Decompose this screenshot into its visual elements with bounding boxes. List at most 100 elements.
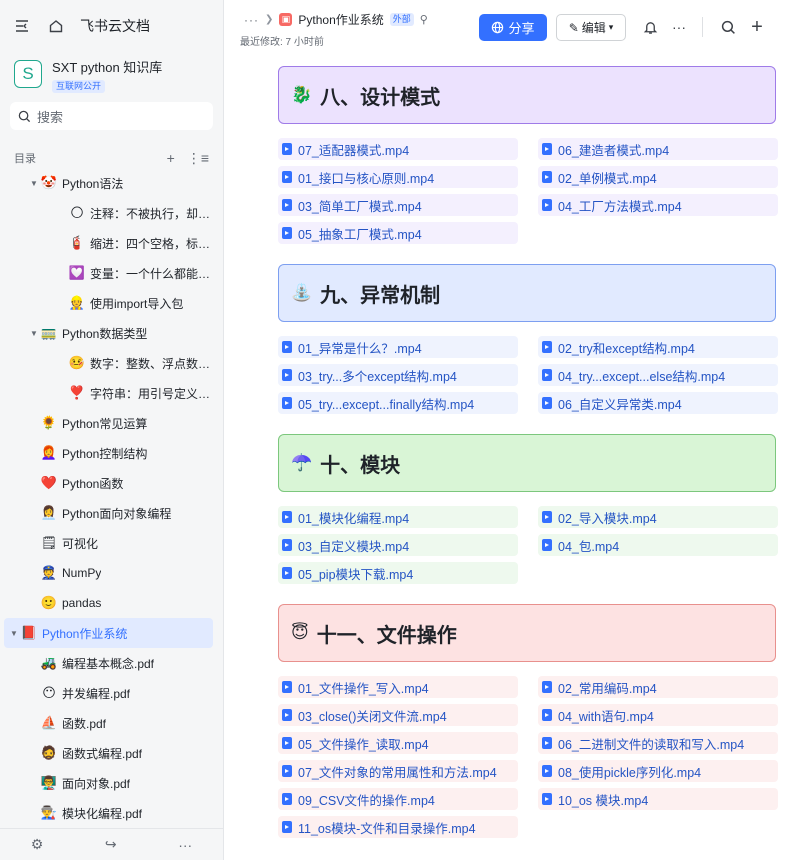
breadcrumb-more[interactable]: ··· xyxy=(244,13,259,27)
sidebar-item[interactable]: 🌻 Python常见运算 xyxy=(0,408,213,438)
search-icon[interactable] xyxy=(718,17,738,37)
video-file-link[interactable]: 03_try...多个except结构.mp4 xyxy=(278,364,518,386)
knowledge-base-header[interactable]: S SXT python 知识库 互联网公开 xyxy=(0,52,223,98)
video-file-link[interactable]: 07_文件对象的常用属性和方法.mp4 xyxy=(278,760,518,782)
settings-icon[interactable]: ⚙ xyxy=(31,836,44,853)
video-file-link[interactable]: 01_模块化编程.mp4 xyxy=(278,506,518,528)
page-emoji-icon: 🗒 xyxy=(40,535,58,550)
sidebar-search[interactable]: 搜索 xyxy=(10,102,213,130)
video-file-link[interactable]: 05_pip模块下载.mp4 xyxy=(278,562,518,584)
knowledge-base-logo: S xyxy=(14,60,42,88)
video-file-link[interactable]: 03_自定义模块.mp4 xyxy=(278,534,518,556)
sidebar-item[interactable]: ⛵ 函数.pdf xyxy=(0,708,213,738)
video-file-icon xyxy=(282,821,292,833)
edit-button[interactable]: ✎ 编辑 ▾ xyxy=(556,14,626,41)
video-file-link[interactable]: 06_建造者模式.mp4 xyxy=(538,138,778,160)
more-icon[interactable]: ··· xyxy=(178,837,192,853)
share-label: 分享 xyxy=(508,21,535,36)
sidebar-item-label: 编程基本概念.pdf xyxy=(62,656,155,671)
file-name: 02_单例模式.mp4 xyxy=(558,171,657,186)
page-emoji-icon: 🙂 xyxy=(40,595,58,610)
video-file-link[interactable]: 08_使用pickle序列化.mp4 xyxy=(538,760,778,782)
file-name: 09_CSV文件的操作.mp4 xyxy=(298,793,435,808)
add-node-icon[interactable]: + xyxy=(167,150,175,166)
sidebar-item[interactable]: 👨‍🏭 模块化编程.pdf xyxy=(0,798,213,826)
video-file-link[interactable]: 06_自定义异常类.mp4 xyxy=(538,392,778,414)
toc-options-icon[interactable]: ⋮≡ xyxy=(187,150,209,167)
video-file-link[interactable]: 11_os模块-文件和目录操作.mp4 xyxy=(278,816,518,838)
brand-name[interactable]: 飞书云文档 xyxy=(80,16,150,36)
sidebar-item[interactable]: 👮 NumPy xyxy=(0,558,213,588)
collapse-sidebar-icon[interactable] xyxy=(12,16,32,36)
chevron-down-icon[interactable]: ▼ xyxy=(8,629,20,638)
sidebar-item-label: 注释：不被执行，却很... xyxy=(90,206,213,221)
page-emoji-icon: ❤️ xyxy=(40,475,58,490)
sidebar-item[interactable]: 👩‍💼 Python面向对象编程 xyxy=(0,498,213,528)
video-file-link[interactable]: 10_os 模块.mp4 xyxy=(538,788,778,810)
video-file-link[interactable]: 04_with语句.mp4 xyxy=(538,704,778,726)
video-file-link[interactable]: 05_try...except...finally结构.mp4 xyxy=(278,392,518,414)
sidebar-item-label: 模块化编程.pdf xyxy=(62,806,143,821)
sidebar-item[interactable]: 🤒 数字：整数、浮点数、... xyxy=(0,348,213,378)
video-file-link[interactable]: 03_简单工厂模式.mp4 xyxy=(278,194,518,216)
page-emoji-icon: 😶 xyxy=(42,685,56,700)
add-icon[interactable]: + xyxy=(747,16,767,38)
video-file-link[interactable]: 04_工厂方法模式.mp4 xyxy=(538,194,778,216)
video-file-link[interactable]: 04_try...except...else结构.mp4 xyxy=(538,364,778,386)
video-file-link[interactable]: 05_文件操作_读取.mp4 xyxy=(278,732,518,754)
video-file-link[interactable]: 02_导入模块.mp4 xyxy=(538,506,778,528)
sidebar-item[interactable]: 🧯 缩进：四个空格，标识... xyxy=(0,228,213,258)
sidebar-item[interactable]: ❤️ Python函数 xyxy=(0,468,213,498)
page-emoji-icon: 🚃 xyxy=(40,325,58,340)
sidebar-item[interactable]: ▼ 🚃 Python数据类型 xyxy=(0,318,213,348)
chevron-down-icon[interactable]: ▼ xyxy=(28,179,40,188)
sidebar-item[interactable]: 👩‍🦰 Python控制结构 xyxy=(0,438,213,468)
video-file-link[interactable]: 03_close()关闭文件流.mp4 xyxy=(278,704,518,726)
file-name: 01_模块化编程.mp4 xyxy=(298,511,410,526)
video-file-link[interactable]: 02_try和except结构.mp4 xyxy=(538,336,778,358)
pencil-icon: ✎ xyxy=(568,20,579,35)
video-file-link[interactable]: 01_文件操作_写入.mp4 xyxy=(278,676,518,698)
doc-title[interactable]: Python作业系统 xyxy=(298,11,383,28)
sidebar-item[interactable]: 😶 并发编程.pdf xyxy=(0,678,213,708)
sidebar-item-label: 缩进：四个空格，标识... xyxy=(90,236,213,251)
section-heading[interactable]: ⛲ 九、异常机制 xyxy=(278,264,776,322)
home-icon[interactable] xyxy=(46,16,66,36)
sidebar-item[interactable]: 🌕 注释：不被执行，却很... xyxy=(0,198,213,228)
video-file-icon xyxy=(282,709,292,721)
video-file-link[interactable]: 09_CSV文件的操作.mp4 xyxy=(278,788,518,810)
sidebar-item[interactable]: 👨‍🏫 面向对象.pdf xyxy=(0,768,213,798)
video-file-link[interactable]: 02_单例模式.mp4 xyxy=(538,166,778,188)
chevron-down-icon[interactable]: ▼ xyxy=(28,329,40,338)
file-name: 01_文件操作_写入.mp4 xyxy=(298,681,429,696)
video-file-link[interactable]: 05_抽象工厂模式.mp4 xyxy=(278,222,518,244)
sidebar-item[interactable]: ▼ 🤡 Python语法 xyxy=(0,168,213,198)
pin-icon[interactable]: ⚲ xyxy=(420,13,428,26)
section-heading[interactable]: ☂️ 十、模块 xyxy=(278,434,776,492)
sidebar-item[interactable]: 🙂 pandas xyxy=(0,588,213,618)
share-icon[interactable]: ↪ xyxy=(105,836,117,853)
video-file-link[interactable]: 06_二进制文件的读取和写入.mp4 xyxy=(538,732,778,754)
sidebar-item[interactable]: ❣️ 字符串：用引号定义的... xyxy=(0,378,213,408)
video-file-icon xyxy=(282,199,292,211)
page-emoji-icon: 👷 xyxy=(68,295,86,310)
page-emoji-icon: 🤡 xyxy=(40,175,58,190)
section-heading[interactable]: 😇 十一、文件操作 xyxy=(278,604,776,662)
video-file-link[interactable]: 04_包.mp4 xyxy=(538,534,778,556)
sidebar-item[interactable]: 🚜 编程基本概念.pdf xyxy=(0,648,213,678)
share-button[interactable]: 分享 xyxy=(479,14,547,41)
video-file-link[interactable]: 01_接口与核心原则.mp4 xyxy=(278,166,518,188)
section-heading[interactable]: 🐉 八、设计模式 xyxy=(278,66,776,124)
sidebar-item[interactable]: 💟 变量：一个什么都能装... xyxy=(0,258,213,288)
sidebar-item[interactable]: 🧔 函数式编程.pdf xyxy=(0,738,213,768)
video-file-link[interactable]: 02_常用编码.mp4 xyxy=(538,676,778,698)
sidebar-item[interactable]: 👷 使用import导入包 xyxy=(0,288,213,318)
file-name: 04_工厂方法模式.mp4 xyxy=(558,199,682,214)
video-file-link[interactable]: 01_异常是什么？.mp4 xyxy=(278,336,518,358)
notification-bell-icon[interactable] xyxy=(640,17,660,37)
file-name: 04_try...except...else结构.mp4 xyxy=(558,369,726,384)
more-options-icon[interactable]: ··· xyxy=(669,17,689,37)
sidebar-item[interactable]: 🗒 可视化 xyxy=(0,528,213,558)
sidebar-item[interactable]: ▼ 📕 Python作业系统 xyxy=(4,618,213,648)
video-file-link[interactable]: 07_适配器模式.mp4 xyxy=(278,138,518,160)
